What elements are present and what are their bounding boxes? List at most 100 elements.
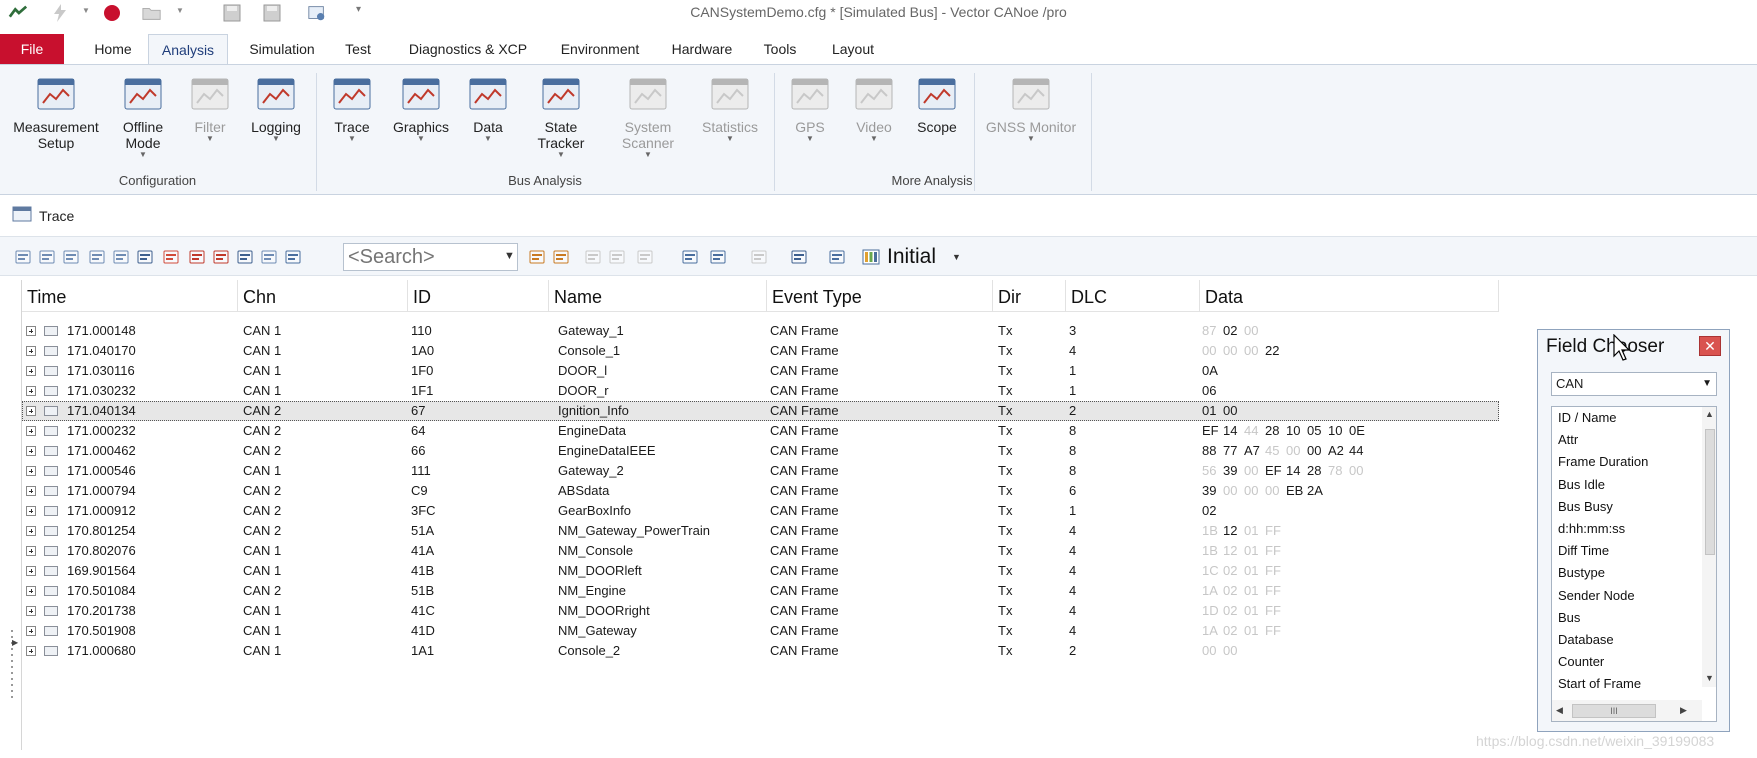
highlight-icon[interactable] — [284, 248, 302, 266]
field-chooser-item[interactable]: Diff Time — [1558, 543, 1609, 558]
table-row[interactable]: 169.901564 CAN 1 41B NM_DOORleft CAN Frame Tx… — [22, 561, 1499, 581]
scroll-up-icon[interactable]: ▲ — [1705, 409, 1714, 419]
filter-settings-icon[interactable] — [14, 248, 32, 266]
table-row[interactable]: 171.000462 CAN 2 66 EngineDataIEEE CAN Frame… — [22, 441, 1499, 461]
tab-environment[interactable]: Environment — [550, 34, 650, 64]
table-row[interactable]: 171.040170 CAN 1 1A0 Console_1 CAN Frame Tx 4 0… — [22, 341, 1499, 361]
expand-icon[interactable] — [26, 606, 36, 616]
column-header-dlc[interactable]: DLC — [1071, 286, 1107, 308]
field-chooser-item[interactable]: Bus — [1558, 610, 1580, 625]
field-chooser-item[interactable]: Start of Frame — [1558, 676, 1641, 691]
table-row[interactable]: 171.000148 CAN 1 110 Gateway_1 CAN Frame Tx 3 8… — [22, 321, 1499, 341]
tab-simulation[interactable]: Simulation — [242, 34, 322, 64]
expand-icon[interactable] — [26, 486, 36, 496]
column-separator[interactable] — [1199, 280, 1200, 312]
horizontal-scrollbar[interactable]: ◀ III ▶ — [1552, 700, 1702, 721]
expand-icon[interactable] — [26, 446, 36, 456]
filter-add-icon[interactable] — [88, 248, 106, 266]
columns-icon[interactable] — [38, 248, 56, 266]
expand-icon[interactable] — [26, 546, 36, 556]
tab-hardware[interactable]: Hardware — [663, 34, 741, 64]
column-separator[interactable] — [992, 280, 993, 312]
expand-icon[interactable] — [26, 626, 36, 636]
field-chooser-item[interactable]: Bus Idle — [1558, 477, 1605, 492]
window-layout-icon[interactable] — [828, 248, 846, 266]
field-chooser-item[interactable]: Bustype — [1558, 565, 1605, 580]
column-header-chn[interactable]: Chn — [243, 286, 276, 308]
expand-icon[interactable] — [26, 346, 36, 356]
expand-icon[interactable] — [26, 406, 36, 416]
field-chooser-item[interactable]: Counter — [1558, 654, 1604, 669]
jump-icon[interactable] — [636, 248, 654, 266]
expand-icon[interactable] — [26, 506, 36, 516]
delete-filter-icon[interactable] — [188, 248, 206, 266]
scroll-right-icon[interactable]: ▶ — [1680, 705, 1687, 716]
auto-scroll-icon[interactable] — [62, 248, 80, 266]
tab-diagnostics-xcp[interactable]: Diagnostics & XCP — [400, 34, 536, 64]
time-absolute-icon[interactable] — [236, 248, 254, 266]
table-row[interactable]: 171.000546 CAN 1 111 Gateway_2 CAN Frame Tx 8 5… — [22, 461, 1499, 481]
column-header-data[interactable]: Data — [1205, 286, 1243, 308]
table-row[interactable]: 171.000232 CAN 2 64 EngineData CAN Frame Tx 8 E… — [22, 421, 1499, 441]
scrollbar-thumb[interactable] — [1705, 429, 1715, 555]
column-separator[interactable] — [237, 280, 238, 312]
search-next-icon[interactable] — [552, 248, 570, 266]
ribbon-button-gnss-monitor[interactable]: GNSS Monitor ▼ — [976, 75, 1086, 143]
field-chooser-item[interactable]: Attr — [1558, 432, 1578, 447]
chevron-down-icon[interactable]: ▼ — [1702, 373, 1712, 395]
pause-icon[interactable] — [212, 248, 230, 266]
expand-icon[interactable] — [26, 366, 36, 376]
column-header-name[interactable]: Name — [554, 286, 602, 308]
field-chooser-bus-select[interactable]: CAN ▼ — [1551, 372, 1717, 396]
column-separator[interactable] — [548, 280, 549, 312]
tab-layout[interactable]: Layout — [825, 34, 881, 64]
column-layout-icon[interactable] — [862, 248, 880, 266]
detail-view-icon[interactable] — [260, 248, 278, 266]
table-row[interactable]: 171.000794 CAN 2 C9 ABSdata CAN Frame Tx 6 39 00… — [22, 481, 1499, 501]
expand-icon[interactable] — [26, 426, 36, 436]
grid-lines-icon[interactable] — [750, 248, 768, 266]
file-tab[interactable]: File — [0, 34, 64, 64]
filter-remove-icon[interactable] — [112, 248, 130, 266]
view-layout-label[interactable]: Initial — [887, 245, 936, 269]
field-chooser-item[interactable]: Bus Busy — [1558, 499, 1613, 514]
tab-test[interactable]: Test — [338, 34, 378, 64]
search-previous-icon[interactable] — [528, 248, 546, 266]
nav-forward-icon[interactable] — [608, 248, 626, 266]
scroll-left-icon[interactable]: ◀ — [1556, 705, 1563, 716]
column-separator[interactable] — [766, 280, 767, 312]
search-input[interactable] — [348, 246, 488, 268]
search-box[interactable]: ▼ — [343, 243, 518, 271]
column-separator[interactable] — [1498, 280, 1499, 312]
table-row[interactable]: 170.801254 CAN 2 51A NM_Gateway_PowerTrain C… — [22, 521, 1499, 541]
table-row[interactable]: 171.030116 CAN 1 1F0 DOOR_l CAN Frame Tx 1 0A — [22, 361, 1499, 381]
column-header-event-type[interactable]: Event Type — [772, 286, 862, 308]
field-chooser-item[interactable]: Frame Duration — [1558, 454, 1648, 469]
vertical-scrollbar[interactable]: ▲ ▼ — [1702, 407, 1716, 687]
close-icon[interactable]: ✕ — [1699, 336, 1721, 356]
column-header-time[interactable]: Time — [27, 286, 66, 308]
table-row[interactable]: 171.030232 CAN 1 1F1 DOOR_r CAN Frame Tx 1 06 — [22, 381, 1499, 401]
expand-icon[interactable] — [26, 586, 36, 596]
clear-icon[interactable] — [162, 248, 180, 266]
copy-icon[interactable] — [681, 248, 699, 266]
table-row[interactable]: 170.501084 CAN 2 51B NM_Engine CAN Frame Tx 4 1… — [22, 581, 1499, 601]
table-row[interactable]: 170.501908 CAN 1 41D NM_Gateway CAN Frame Tx 4… — [22, 621, 1499, 641]
expand-icon[interactable] — [26, 566, 36, 576]
search-dropdown-icon[interactable]: ▼ — [504, 250, 515, 262]
expand-icon[interactable] — [26, 326, 36, 336]
tab-tools[interactable]: Tools — [755, 34, 805, 64]
field-chooser-item[interactable]: Database — [1558, 632, 1614, 647]
table-row[interactable]: 171.000680 CAN 1 1A1 Console_2 CAN Frame Tx 2 0… — [22, 641, 1499, 661]
find-icon[interactable] — [136, 248, 154, 266]
expand-icon[interactable] — [26, 386, 36, 396]
column-header-dir[interactable]: Dir — [998, 286, 1021, 308]
table-row[interactable]: 171.000912 CAN 2 3FC GearBoxInfo CAN Frame Tx… — [22, 501, 1499, 521]
field-chooser-item[interactable]: Sender Node — [1558, 588, 1635, 603]
scroll-down-icon[interactable]: ▼ — [1705, 673, 1714, 683]
tab-home[interactable]: Home — [93, 34, 133, 64]
expand-icon[interactable] — [26, 466, 36, 476]
table-row[interactable]: 170.201738 CAN 1 41C NM_DOORright CAN Frame T… — [22, 601, 1499, 621]
export-icon[interactable] — [709, 248, 727, 266]
column-separator[interactable] — [1065, 280, 1066, 312]
